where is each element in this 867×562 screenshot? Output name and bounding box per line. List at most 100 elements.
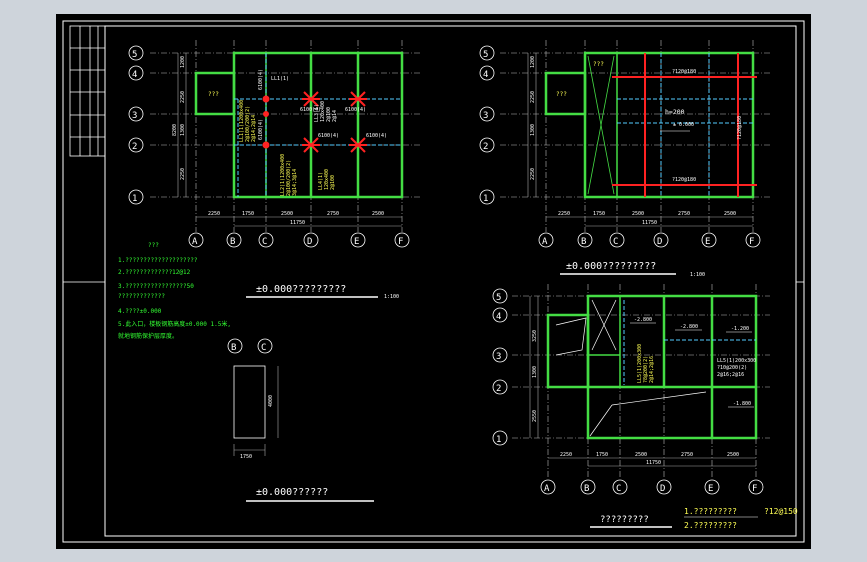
svg-text:2250: 2250 — [558, 211, 570, 217]
cad-drawing-viewport[interactable]: ??? LL1(1) 6100(4) 6100(4) 6100(4) 6100(… — [0, 0, 867, 562]
detail-width: 1750 — [240, 454, 252, 460]
notes-line: 4.????±0.000 — [118, 308, 162, 315]
svg-text:1750: 1750 — [242, 211, 254, 217]
svg-text:2250: 2250 — [560, 452, 572, 458]
svg-text:3@14;3@14: 3@14;3@14 — [292, 169, 298, 196]
axis-bubble: B — [581, 237, 586, 247]
svg-text:3250: 3250 — [532, 330, 538, 342]
plan3-note-3: ?12@150 — [764, 507, 798, 516]
axis-bubble: C — [613, 237, 618, 247]
axis-bubble: B — [584, 484, 589, 494]
elevation-label: -2.800 — [634, 317, 652, 323]
plan2-elevation: ± 0.000 — [673, 122, 694, 128]
axis-bubble: A — [542, 237, 548, 247]
svg-text:2500: 2500 — [727, 452, 739, 458]
plan2-rebar-right: ?120@180 — [737, 116, 743, 140]
plan3-note-2: 2.????????? — [684, 521, 737, 530]
svg-text:2@16;2@16: 2@16;2@16 — [717, 372, 744, 378]
axis-bubble: 1 — [132, 194, 137, 204]
axis-bubble: 5 — [132, 50, 137, 60]
svg-text:11750: 11750 — [642, 220, 657, 226]
axis-bubble: F — [749, 237, 754, 247]
elevation-label: -2.800 — [680, 324, 698, 330]
axis-bubble: 4 — [132, 70, 137, 80]
svg-text:1750: 1750 — [596, 452, 608, 458]
notes-line: ????????????? — [118, 293, 165, 300]
svg-text:2@14;2@14: 2@14;2@14 — [251, 115, 257, 142]
svg-text:2250: 2250 — [530, 168, 536, 180]
plan1-room-label: ??? — [208, 91, 219, 98]
plan1-beam-label: 6100(4) — [345, 107, 366, 113]
svg-text:2500: 2500 — [632, 211, 644, 217]
plan2-west-label: ??? — [556, 91, 567, 98]
plan2-title: ±0.000????????? — [566, 261, 656, 272]
svg-text:2750: 2750 — [678, 211, 690, 217]
svg-text:2500: 2500 — [281, 211, 293, 217]
svg-text:2750: 2750 — [327, 211, 339, 217]
axis-bubble: 4 — [483, 70, 488, 80]
axis-bubble: F — [398, 237, 403, 247]
svg-text:11750: 11750 — [290, 220, 305, 226]
svg-text:1300: 1300 — [180, 124, 186, 136]
svg-text:2250: 2250 — [208, 211, 220, 217]
axis-bubble: B — [231, 343, 236, 353]
svg-text:1750: 1750 — [593, 211, 605, 217]
svg-text:2250: 2250 — [180, 91, 186, 103]
svg-text:11750: 11750 — [646, 460, 661, 466]
svg-text:2@100: 2@100 — [330, 175, 336, 190]
axis-bubble: D — [307, 237, 312, 247]
plan1-scale: 1:100 — [384, 294, 399, 300]
detail-height: 4000 — [268, 395, 274, 407]
svg-text:1200: 1200 — [180, 56, 186, 68]
svg-text:LL5(1)200x300: LL5(1)200x300 — [717, 358, 756, 364]
axis-bubble: A — [192, 237, 198, 247]
svg-text:2750: 2750 — [681, 452, 693, 458]
axis-bubble: 5 — [496, 293, 501, 303]
axis-bubble: 3 — [496, 352, 501, 362]
svg-text:2500: 2500 — [372, 211, 384, 217]
axis-bubble: 3 — [483, 111, 488, 121]
svg-text:2250: 2250 — [180, 168, 186, 180]
svg-text:1300: 1300 — [532, 366, 538, 378]
elevation-label: -1.800 — [733, 401, 751, 407]
plan2-rebar-bottom: ?120@180 — [672, 177, 696, 183]
notes-heading: ??? — [148, 242, 159, 249]
plan2-scale: 1:100 — [690, 272, 705, 278]
plan1-beam-label: 6100(4) — [366, 133, 387, 139]
axis-bubble: C — [262, 237, 267, 247]
plan2-slab-thickness: h=200 — [665, 108, 685, 116]
svg-text:2@14: 2@14 — [332, 110, 338, 122]
axis-bubble: D — [660, 484, 665, 494]
notes-line: 5.此入口，楼板钢筋高度±0.000 1.5米, — [118, 320, 231, 328]
svg-text:8200: 8200 — [172, 124, 178, 136]
plan1-beam-label: 6100(4) — [318, 133, 339, 139]
plan1-beam-label: 6100(4) — [258, 69, 264, 90]
axis-bubble: 4 — [496, 312, 501, 322]
detail-title: ±0.000?????? — [256, 487, 328, 498]
drawing-sheet — [56, 14, 811, 549]
plan1-beam-label: 6100(4) — [258, 119, 264, 140]
plan1-title: ±0.000????????? — [256, 284, 346, 295]
svg-text:2500: 2500 — [635, 452, 647, 458]
plan3-title: ????????? — [600, 515, 649, 525]
notes-line: 就地钢筋保护层厚度。 — [118, 332, 178, 340]
axis-bubble: 1 — [496, 435, 501, 445]
notes-line: 3.?????????????????50 — [118, 283, 194, 290]
axis-bubble: 2 — [483, 142, 488, 152]
axis-bubble: E — [354, 237, 359, 247]
axis-bubble: D — [657, 237, 662, 247]
axis-bubble: 2 — [496, 384, 501, 394]
axis-bubble: B — [230, 237, 235, 247]
plan2-rebar-top: ?120@180 — [672, 69, 696, 75]
svg-text:2550: 2550 — [532, 410, 538, 422]
axis-bubble: 3 — [132, 111, 137, 121]
notes-line: 2.?????????????12@12 — [118, 269, 191, 276]
plan1-beam-label: LL1(1) — [271, 76, 289, 82]
axis-bubble: C — [261, 343, 266, 353]
svg-text:2@14;2@16: 2@14;2@16 — [649, 356, 655, 383]
axis-bubble: E — [708, 484, 713, 494]
axis-bubble: 1 — [483, 194, 488, 204]
axis-bubble: C — [616, 484, 621, 494]
axis-bubble: E — [705, 237, 710, 247]
axis-bubble: F — [752, 484, 757, 494]
